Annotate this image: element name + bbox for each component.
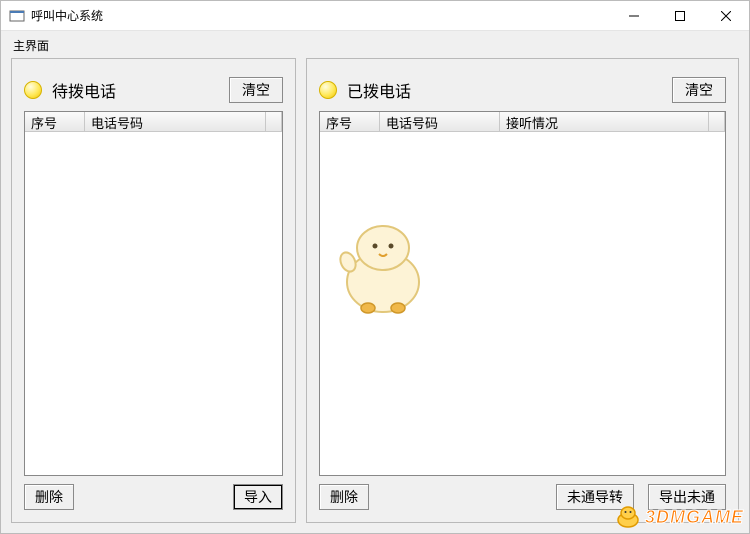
dialed-title: 已拨电话 <box>347 78 411 102</box>
col-phone[interactable]: 电话号码 <box>380 112 500 131</box>
close-button[interactable] <box>703 1 749 31</box>
dialed-clear-button[interactable]: 清空 <box>672 77 726 103</box>
minimize-button[interactable] <box>611 1 657 31</box>
dialed-header: 已拨电话 清空 <box>319 77 726 103</box>
titlebar-left: 呼叫中心系统 <box>9 7 103 24</box>
pending-header: 待拨电话 清空 <box>24 77 283 103</box>
app-window: 呼叫中心系统 主界面 待拨电话 清空 <box>0 0 750 534</box>
status-indicator-icon <box>24 81 42 99</box>
dialed-listview[interactable]: 序号 电话号码 接听情况 <box>319 111 726 476</box>
pending-title: 待拨电话 <box>52 78 116 102</box>
col-seq[interactable]: 序号 <box>25 112 85 131</box>
window-title: 呼叫中心系统 <box>31 7 103 24</box>
pending-import-button[interactable]: 导入 <box>233 484 283 510</box>
dialed-header-left: 已拨电话 <box>319 78 411 102</box>
pending-list-body[interactable] <box>25 132 282 475</box>
col-spacer <box>709 112 725 131</box>
pending-clear-button[interactable]: 清空 <box>229 77 283 103</box>
window-controls <box>611 1 749 31</box>
dialed-footer-right: 未通导转 导出未通 <box>556 484 726 510</box>
dialed-footer: 删除 未通导转 导出未通 <box>319 484 726 510</box>
export-unanswered-button[interactable]: 导出未通 <box>648 484 726 510</box>
pending-listview[interactable]: 序号 电话号码 <box>24 111 283 476</box>
mascot-icon <box>328 210 438 320</box>
pending-delete-button[interactable]: 删除 <box>24 484 74 510</box>
dialed-list-header: 序号 电话号码 接听情况 <box>320 112 725 132</box>
panels: 待拨电话 清空 序号 电话号码 删除 导入 <box>11 58 739 523</box>
col-phone[interactable]: 电话号码 <box>85 112 266 131</box>
col-seq[interactable]: 序号 <box>320 112 380 131</box>
pending-header-left: 待拨电话 <box>24 78 116 102</box>
pending-calls-panel: 待拨电话 清空 序号 电话号码 删除 导入 <box>11 58 296 523</box>
unanswered-transfer-button[interactable]: 未通导转 <box>556 484 634 510</box>
pending-list-header: 序号 电话号码 <box>25 112 282 132</box>
dialed-delete-button[interactable]: 删除 <box>319 484 369 510</box>
titlebar: 呼叫中心系统 <box>1 1 749 31</box>
client-area: 主界面 待拨电话 清空 序号 电话号码 <box>1 31 749 533</box>
main-label: 主界面 <box>11 35 739 56</box>
col-status[interactable]: 接听情况 <box>500 112 709 131</box>
pending-footer: 删除 导入 <box>24 484 283 510</box>
app-icon <box>9 8 25 24</box>
maximize-button[interactable] <box>657 1 703 31</box>
dialed-calls-panel: 已拨电话 清空 序号 电话号码 接听情况 <box>306 58 739 523</box>
status-indicator-icon <box>319 81 337 99</box>
dialed-list-body[interactable] <box>320 132 725 475</box>
col-spacer <box>266 112 282 131</box>
